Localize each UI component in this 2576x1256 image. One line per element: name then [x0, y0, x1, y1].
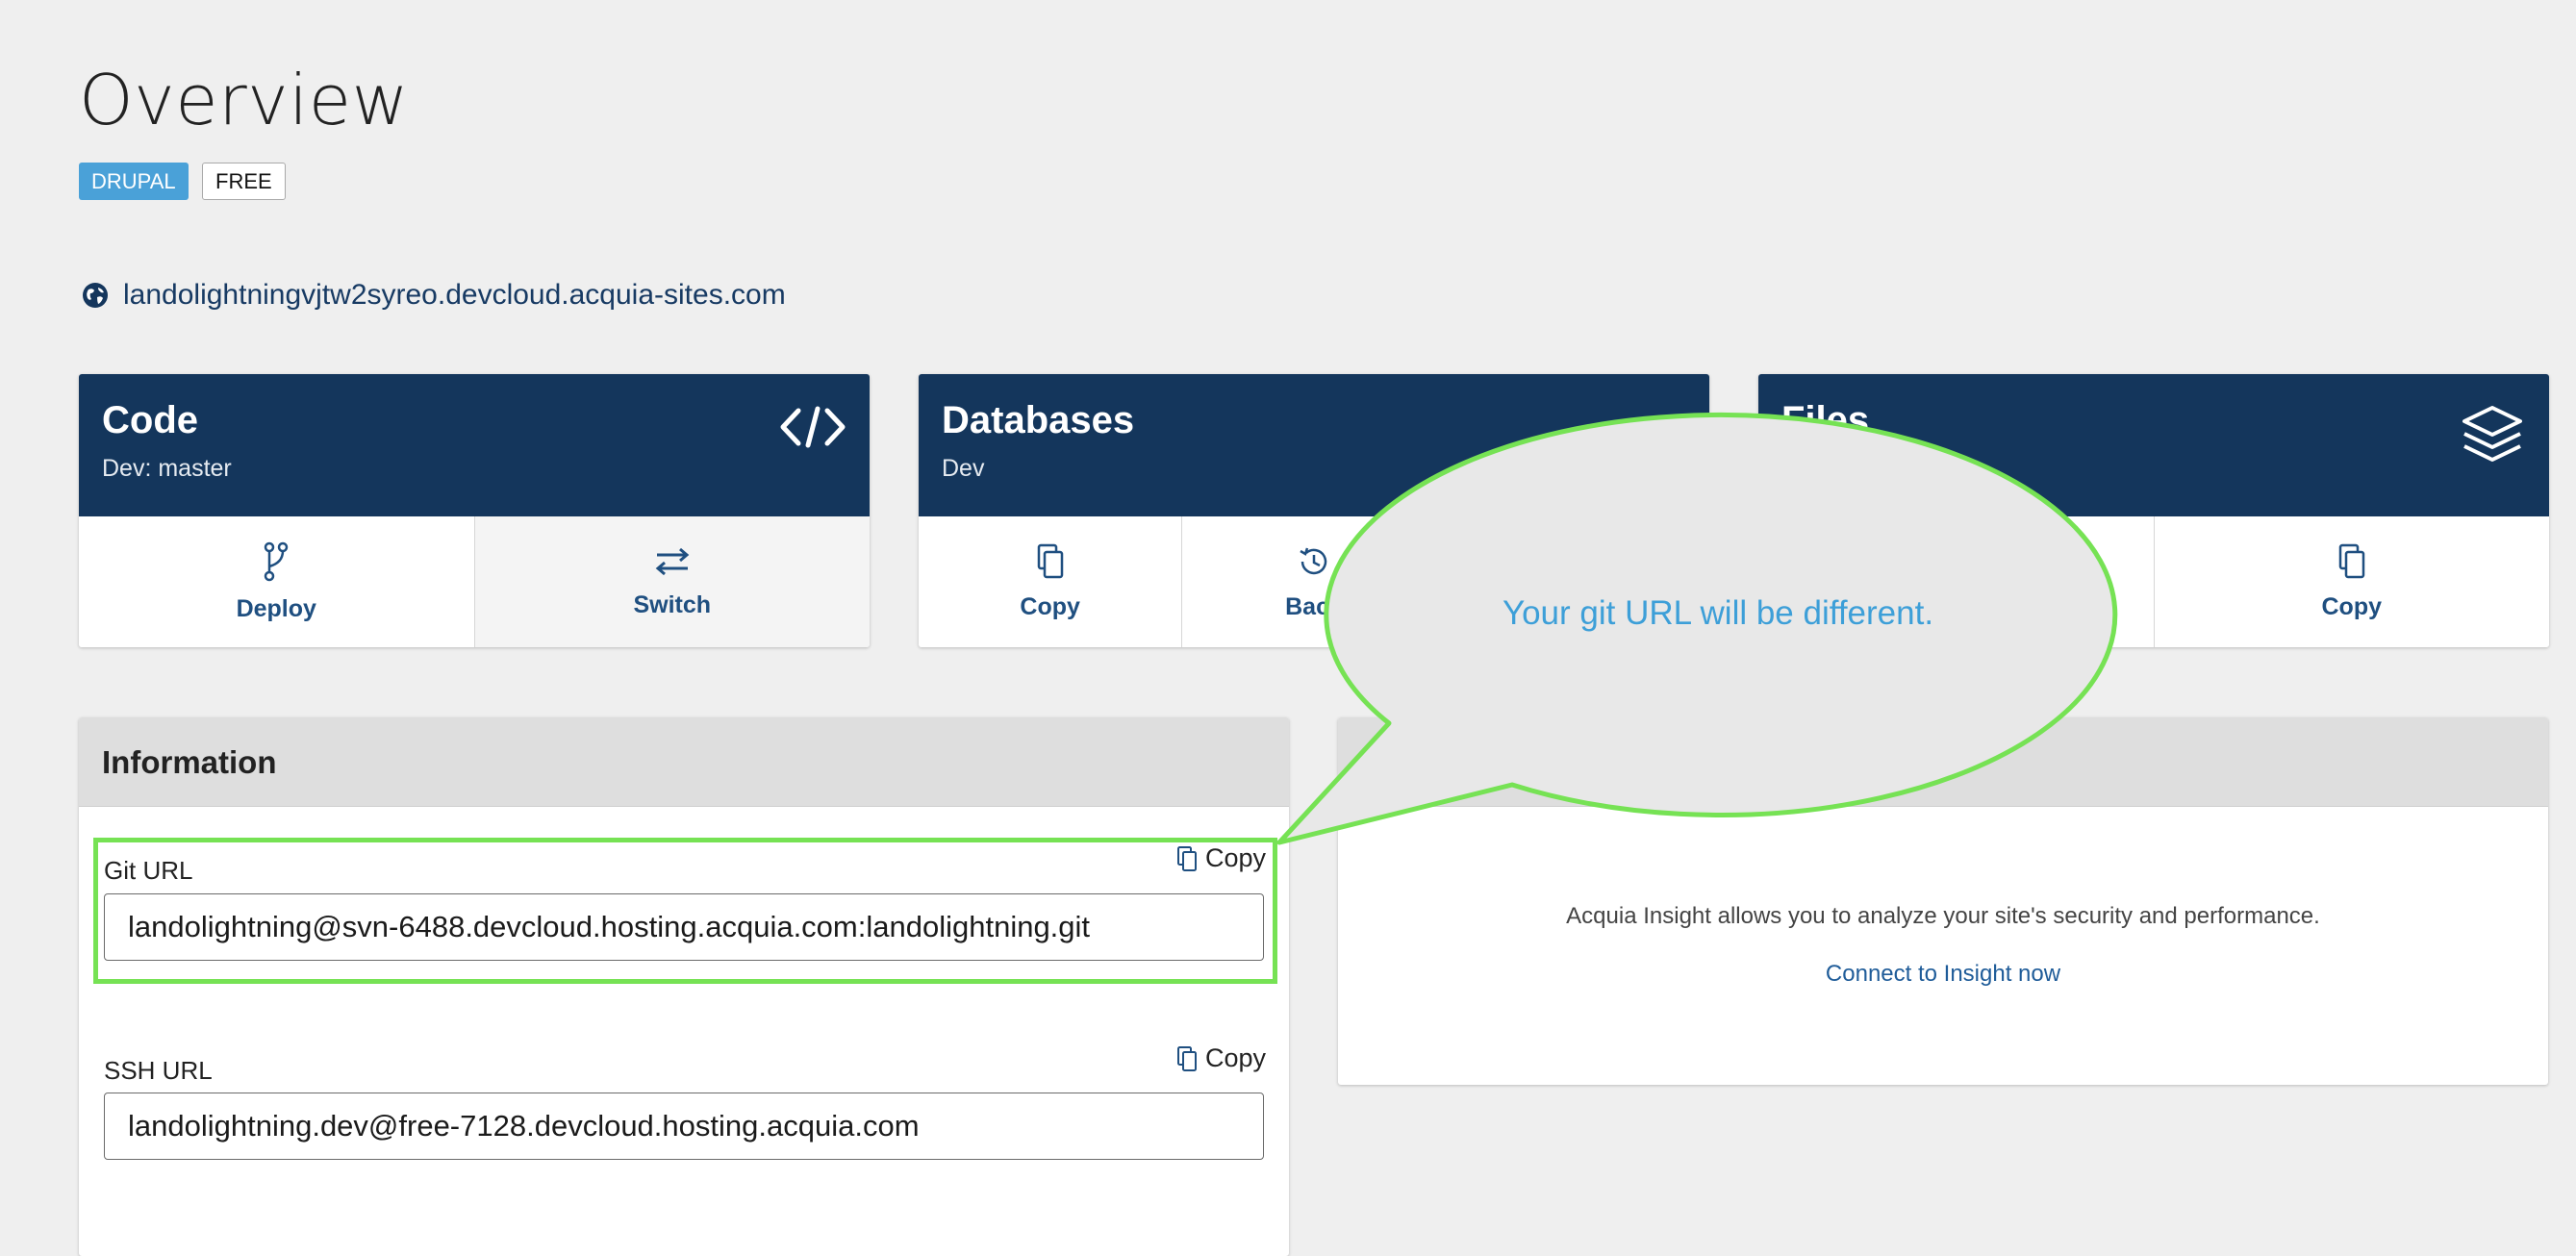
copy-icon: [1176, 1045, 1197, 1071]
connect-insight-link[interactable]: Connect to Insight now: [1338, 961, 2548, 988]
databases-card-env: Dev: [942, 455, 985, 482]
database-copy-label: Copy: [1020, 592, 1080, 620]
information-panel: Information Git URL Copy landolightning@…: [79, 717, 1289, 1256]
deploy-label: Deploy: [236, 594, 316, 622]
code-brackets-icon: [780, 406, 846, 448]
switch-arrows-icon: [655, 547, 690, 575]
git-branch-icon: [265, 541, 289, 581]
files-card-header: Files: [1758, 374, 2549, 516]
files-copy-label: Copy: [2321, 592, 2383, 620]
information-header: Information: [79, 717, 1289, 807]
ssh-url-copy-label: Copy: [1204, 1043, 1266, 1072]
copy-icon: [1037, 543, 1063, 578]
callout-text: Your git URL will be different.: [1502, 594, 1934, 632]
site-url-link[interactable]: landolightningvjtw2syreo.devcloud.acquia…: [81, 279, 786, 312]
page-title: Overview: [79, 60, 409, 140]
switch-button[interactable]: Switch: [474, 516, 870, 647]
code-card-title: Code: [102, 399, 198, 441]
database-copy-button[interactable]: Copy: [919, 516, 1183, 647]
layers-icon: [2462, 406, 2522, 462]
ssh-url-copy-button[interactable]: Copy: [1176, 1043, 1266, 1073]
files-card-title: Files: [1781, 399, 1870, 441]
free-badge: FREE: [202, 163, 286, 200]
insight-header: [1338, 717, 2548, 807]
ssh-url-label: SSH URL: [104, 1056, 213, 1085]
git-url-label: Git URL: [104, 856, 193, 885]
files-copy-button[interactable]: Copy: [2154, 516, 2549, 647]
code-card: Code Dev: master Deploy Switch: [79, 374, 870, 647]
code-card-header: Code Dev: master: [79, 374, 870, 516]
switch-label: Switch: [633, 590, 712, 618]
site-url-text: landolightningvjtw2syreo.devcloud.acquia…: [123, 279, 786, 311]
insight-description: Acquia Insight allows you to analyze you…: [1566, 903, 2320, 929]
git-url-field[interactable]: landolightning@svn-6488.devcloud.hosting…: [104, 893, 1264, 961]
databases-card-header: Databases Dev: [919, 374, 1709, 516]
copy-icon: [1176, 845, 1197, 871]
git-url-copy-label: Copy: [1204, 843, 1266, 872]
drupal-badge: DRUPAL: [79, 163, 189, 200]
information-heading: Information: [102, 744, 277, 780]
insight-panel: Acquia Insight allows you to analyze you…: [1338, 717, 2548, 1085]
globe-icon: [83, 283, 108, 308]
ssh-url-field[interactable]: landolightning.dev@free-7128.devcloud.ho…: [104, 1093, 1264, 1160]
backup-history-icon: [1300, 547, 1327, 574]
databases-card-title: Databases: [942, 399, 1135, 441]
code-card-branch: Dev: master: [102, 455, 232, 482]
copy-icon: [2338, 543, 2364, 578]
git-url-copy-button[interactable]: Copy: [1176, 843, 1266, 873]
deploy-button[interactable]: Deploy: [79, 516, 475, 647]
